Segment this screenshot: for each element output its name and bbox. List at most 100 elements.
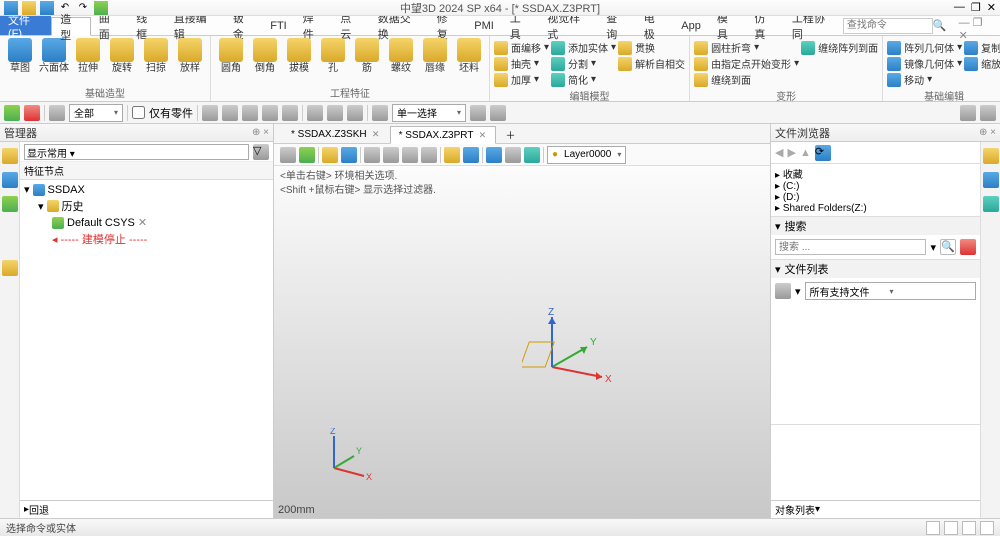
vt-1[interactable]: [280, 147, 296, 163]
tab-collab[interactable]: 工程协同: [784, 16, 843, 35]
manager-footer[interactable]: ▸ 回退: [20, 500, 273, 518]
sketch-button[interactable]: 草图: [4, 38, 36, 84]
tab-directedit[interactable]: 直接编辑: [166, 16, 225, 35]
chamfer-button[interactable]: 倒角: [249, 38, 281, 84]
vt-12[interactable]: [505, 147, 521, 163]
tab-close-icon[interactable]: ✕: [477, 130, 487, 140]
tree-stop[interactable]: ◂ ----- 建模停止 -----: [24, 230, 269, 248]
sb-icon-1[interactable]: [926, 521, 940, 535]
maximize-icon[interactable]: ❐: [971, 1, 981, 14]
tab-exchange[interactable]: 数据交换: [370, 16, 429, 35]
tree-csys[interactable]: Default CSYS ✕: [24, 215, 269, 230]
tab-query[interactable]: 查询: [598, 16, 636, 35]
wraptoface-button[interactable]: 缠绕到面: [694, 72, 799, 87]
tb-right-2[interactable]: [980, 105, 996, 121]
vt-4[interactable]: [341, 147, 357, 163]
scale-button[interactable]: 缩放: [964, 56, 1000, 71]
tab-weld[interactable]: 焊件: [295, 16, 333, 35]
open-icon[interactable]: [22, 1, 36, 15]
vt-3[interactable]: [322, 147, 338, 163]
drive-c[interactable]: ▸ (C:): [775, 181, 976, 192]
extrude-button[interactable]: 拉伸: [72, 38, 104, 84]
tab-pmi[interactable]: PMI: [466, 16, 502, 35]
revolve-button[interactable]: 旋转: [106, 38, 138, 84]
tab-repair[interactable]: 修复: [429, 16, 467, 35]
tb-icon-2[interactable]: [222, 105, 238, 121]
tb-icon-6[interactable]: [307, 105, 323, 121]
vt-5[interactable]: [364, 147, 380, 163]
tab-electrode[interactable]: 电极: [636, 16, 674, 35]
minus-icon[interactable]: [24, 105, 40, 121]
file-list-area[interactable]: [771, 304, 980, 424]
rs-icon-2[interactable]: [983, 172, 999, 188]
ls-icon-4[interactable]: [2, 260, 18, 276]
tb-icon-10[interactable]: [490, 105, 506, 121]
play-icon[interactable]: [94, 1, 108, 15]
favorites-node[interactable]: ▸ 收藏: [775, 166, 976, 181]
tab-sim[interactable]: 仿真: [746, 16, 784, 35]
search-head[interactable]: ▾ 搜索: [771, 217, 980, 235]
objectlist-footer[interactable]: 对象列表 ▾: [771, 500, 980, 518]
filter-icon[interactable]: ▽: [253, 144, 269, 160]
fwd-icon[interactable]: ▶: [787, 146, 795, 159]
vt-13[interactable]: [524, 147, 540, 163]
move-button[interactable]: 移动 ▾: [887, 72, 962, 87]
split-button[interactable]: 分割 ▾: [551, 56, 616, 71]
addsolid-button[interactable]: 添加实体 ▾: [551, 40, 616, 55]
tb-right-1[interactable]: [960, 105, 976, 121]
thread-button[interactable]: 螺纹: [385, 38, 417, 84]
tb-icon-7[interactable]: [327, 105, 343, 121]
ls-icon-3[interactable]: [2, 196, 18, 212]
ls-icon-2[interactable]: [2, 172, 18, 188]
tab-wireframe[interactable]: 线框: [128, 16, 166, 35]
lip-button[interactable]: 唇缘: [419, 38, 451, 84]
close-icon[interactable]: ✕: [987, 1, 996, 14]
select-mode-combo[interactable]: 单一选择: [392, 104, 466, 122]
tb-icon-5[interactable]: [282, 105, 298, 121]
viewport-3d[interactable]: <单击右键> 环境相关选项. <Shift +鼠标右键> 显示选择过滤器. X …: [274, 166, 770, 518]
search-go-icon[interactable]: 🔍: [940, 239, 956, 255]
vt-6[interactable]: [383, 147, 399, 163]
replace-button[interactable]: 贯换: [618, 40, 685, 55]
tb-icon-3[interactable]: [242, 105, 258, 121]
tab-pointcloud[interactable]: 点云: [332, 16, 370, 35]
target-icon[interactable]: [49, 105, 65, 121]
cylbend-button[interactable]: 圆柱折弯 ▾: [694, 40, 799, 55]
thicken-button[interactable]: 加厚 ▾: [494, 72, 549, 87]
pattern-button[interactable]: 阵列几何体 ▾: [887, 40, 962, 55]
sb-icon-2[interactable]: [944, 521, 958, 535]
stock-button[interactable]: 坯料: [453, 38, 485, 84]
selfintersect-button[interactable]: 解析自相交: [618, 56, 685, 71]
tab-mold[interactable]: 模具: [709, 16, 747, 35]
rs-icon-3[interactable]: [983, 196, 999, 212]
faceshift-button[interactable]: 面编移 ▾: [494, 40, 549, 55]
tab-skh[interactable]: * SSDAX.Z3SKH✕: [282, 125, 390, 143]
search-icon[interactable]: 🔍: [933, 19, 947, 32]
tab-prt[interactable]: * SSDAX.Z3PRT✕: [390, 126, 497, 144]
tab-visual[interactable]: 视觉样式: [539, 16, 598, 35]
box-button[interactable]: 六面体: [38, 38, 70, 84]
back-icon[interactable]: ◀: [775, 146, 783, 159]
tab-close-icon[interactable]: ✕: [371, 129, 381, 139]
view-dropdown-icon[interactable]: ▾: [795, 285, 801, 298]
rib-button[interactable]: 筋: [351, 38, 383, 84]
tab-sheetmetal[interactable]: 钣金: [225, 16, 263, 35]
ls-icon-1[interactable]: [2, 148, 18, 164]
tab-app[interactable]: App: [673, 16, 709, 35]
loft-button[interactable]: 放样: [174, 38, 206, 84]
mirror-button[interactable]: 镜像几何体 ▾: [887, 56, 962, 71]
filelist-head[interactable]: ▾ 文件列表: [771, 260, 980, 278]
file-search-input[interactable]: [775, 239, 926, 255]
fillet-button[interactable]: 圆角: [215, 38, 247, 84]
vt-2[interactable]: [299, 147, 315, 163]
draft-button[interactable]: 拔模: [283, 38, 315, 84]
refresh-icon[interactable]: ⟳: [815, 145, 831, 161]
command-search-input[interactable]: [843, 18, 933, 34]
winctrl2[interactable]: — ❐ ✕: [953, 16, 1000, 35]
view-icon[interactable]: [775, 283, 791, 299]
tab-tools[interactable]: 工具: [502, 16, 540, 35]
tab-fti[interactable]: FTI: [262, 16, 295, 35]
up-icon[interactable]: ▲: [800, 147, 811, 159]
tb-icon-1[interactable]: [202, 105, 218, 121]
manager-pin-icon[interactable]: ⊕ ×: [252, 127, 269, 138]
